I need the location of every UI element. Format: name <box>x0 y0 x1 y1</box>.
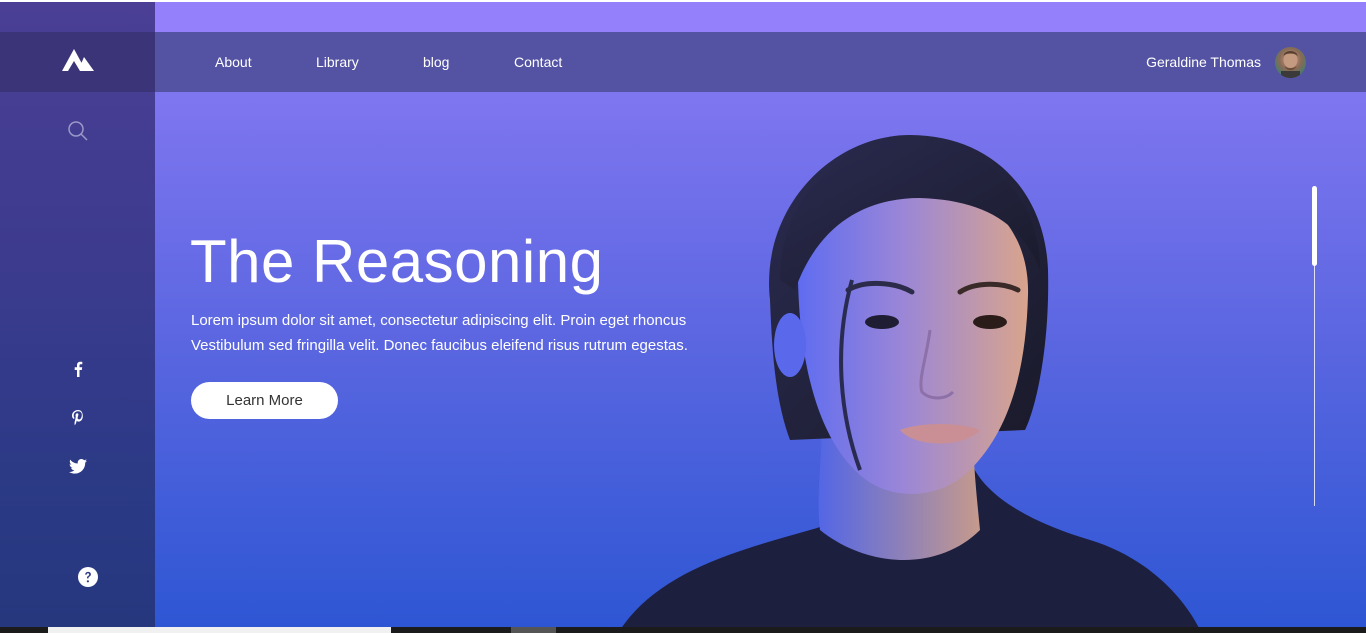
top-navbar: About Library blog Contact Geraldine Tho… <box>155 32 1366 92</box>
user-name[interactable]: Geraldine Thomas <box>1146 53 1261 71</box>
top-accent-bar <box>155 2 1366 32</box>
pinterest-link[interactable] <box>0 410 155 426</box>
pinterest-icon <box>71 410 83 426</box>
facebook-icon <box>74 361 82 377</box>
nav-link-about[interactable]: About <box>215 53 252 71</box>
page: About Library blog Contact Geraldine Tho… <box>0 0 1366 627</box>
taskbar-active-app[interactable] <box>511 627 556 633</box>
hero-title: The Reasoning <box>190 228 604 295</box>
search-icon <box>67 121 88 141</box>
help-button[interactable] <box>10 567 165 587</box>
hero-portrait-image <box>622 135 1199 627</box>
mountain-logo-icon <box>61 49 94 71</box>
hero-text-line-2: Vestibulum sed fringilla velit. Donec fa… <box>191 337 688 354</box>
hero-text-line-1: Lorem ipsum dolor sit amet, consectetur … <box>191 312 687 329</box>
taskbar-search[interactable] <box>48 627 391 633</box>
nav-link-contact[interactable]: Contact <box>514 53 562 71</box>
scroll-thumb[interactable] <box>1312 186 1317 266</box>
help-icon <box>77 567 98 587</box>
nav-link-blog[interactable]: blog <box>423 53 449 71</box>
sidebar <box>0 2 155 627</box>
twitter-link[interactable] <box>0 459 155 474</box>
search-button[interactable] <box>0 120 155 142</box>
logo[interactable] <box>0 32 155 92</box>
facebook-link[interactable] <box>0 361 155 377</box>
avatar-face-icon <box>1281 51 1300 78</box>
twitter-icon <box>68 459 87 474</box>
learn-more-button[interactable]: Learn More <box>191 382 338 419</box>
user-avatar[interactable] <box>1275 47 1306 78</box>
taskbar <box>0 627 1366 633</box>
nav-link-library[interactable]: Library <box>316 53 359 71</box>
